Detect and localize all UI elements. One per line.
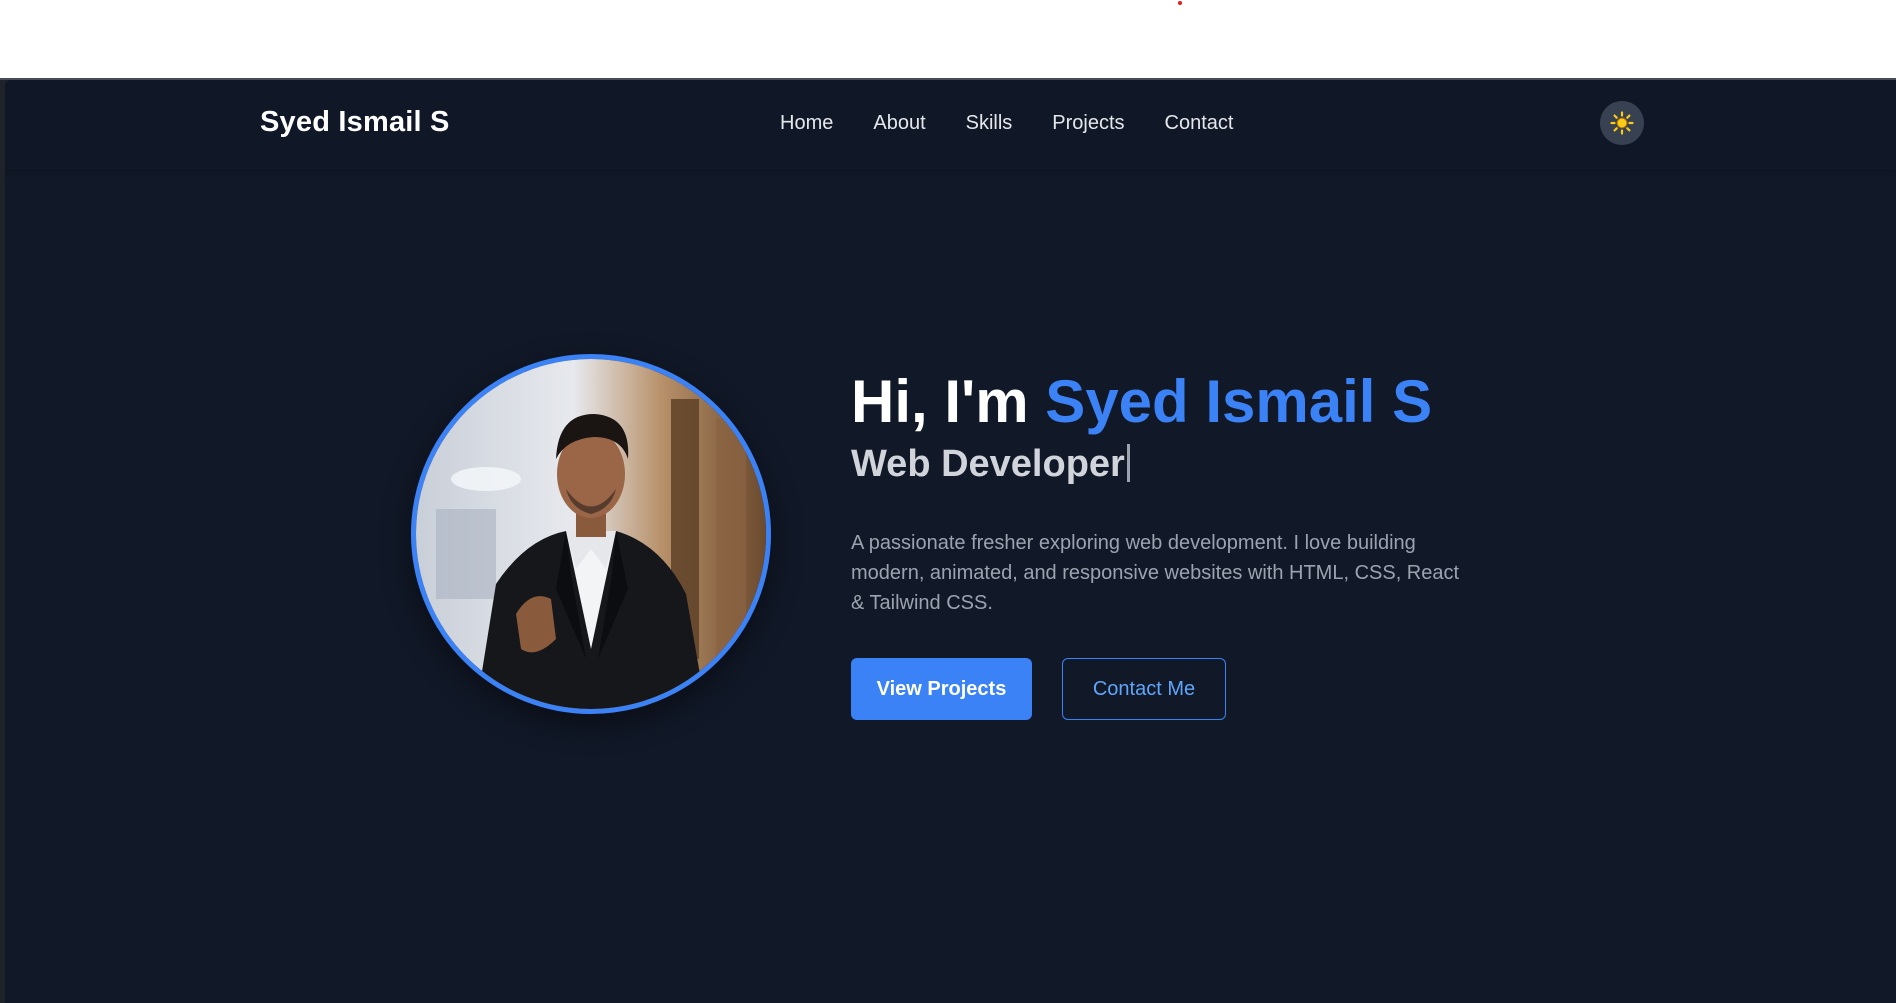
profile-photo-illustration [416, 359, 766, 709]
browser-viewport: Syed Ismail S Home About Skills Projects… [0, 78, 1896, 1003]
hero-heading: Hi, I'm Syed Ismail S [851, 366, 1491, 438]
nav-link-projects[interactable]: Projects [1052, 112, 1124, 135]
hero-name: Syed Ismail S [1045, 368, 1433, 435]
red-dot-indicator [1178, 1, 1182, 5]
hero-greeting: Hi, I'm [851, 368, 1046, 435]
hero-role-text: Web Developer [851, 443, 1125, 485]
view-projects-button[interactable]: View Projects [851, 658, 1032, 720]
hero-text: Hi, I'm Syed Ismail S Web Developer A pa… [851, 366, 1491, 720]
site-brand[interactable]: Syed Ismail S [260, 106, 450, 139]
sun-icon [1610, 111, 1634, 135]
portfolio-page: Syed Ismail S Home About Skills Projects… [5, 80, 1896, 1003]
nav-link-home[interactable]: Home [780, 112, 833, 135]
contact-me-button[interactable]: Contact Me [1062, 658, 1226, 720]
hero-role: Web Developer [851, 440, 1491, 488]
nav-link-about[interactable]: About [873, 112, 925, 135]
typing-cursor [1126, 444, 1130, 482]
hero-description: A passionate fresher exploring web devel… [851, 532, 1460, 614]
hero-buttons: View Projects Contact Me [851, 658, 1491, 720]
navbar: Syed Ismail S Home About Skills Projects… [5, 80, 1896, 170]
nav-links: Home About Skills Projects Contact [780, 112, 1233, 135]
nav-link-contact[interactable]: Contact [1165, 112, 1234, 135]
browser-top-area [0, 0, 1896, 78]
nav-link-skills[interactable]: Skills [966, 112, 1013, 135]
theme-toggle-button[interactable] [1600, 101, 1644, 145]
profile-photo [411, 354, 771, 714]
